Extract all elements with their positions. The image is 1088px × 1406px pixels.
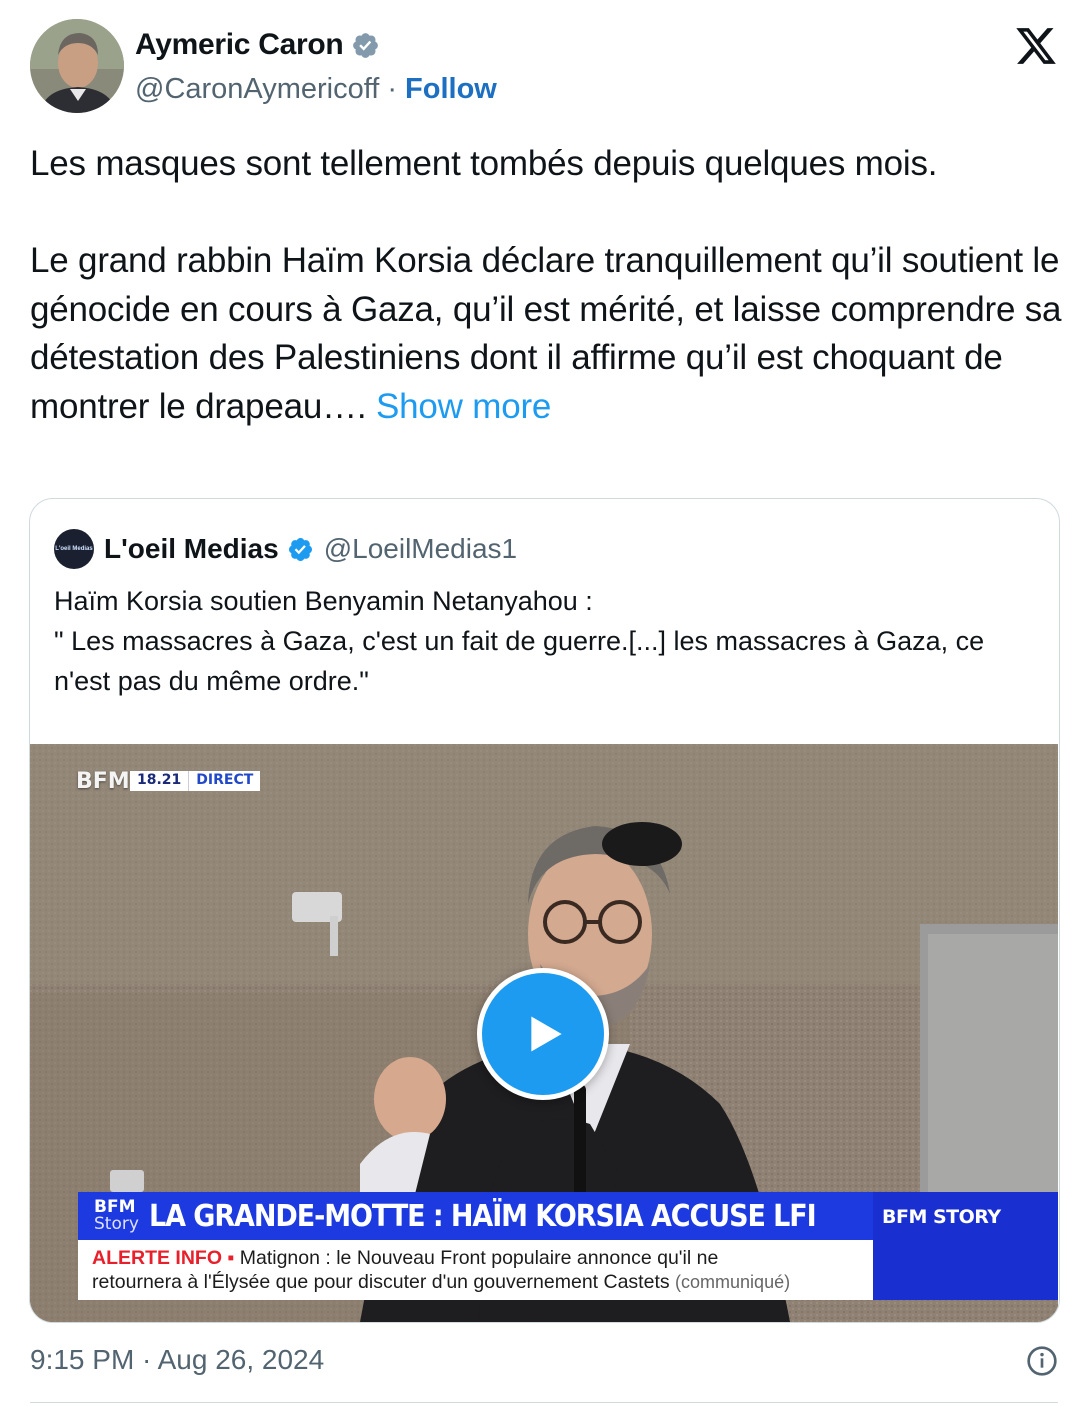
story-tag: BFM STORY: [873, 1192, 1058, 1300]
live-time: 18.21: [130, 771, 189, 791]
x-logo-icon[interactable]: [1014, 24, 1058, 68]
quoted-author-name[interactable]: L'oeil Medias: [104, 533, 279, 565]
ticker-line-1: Matignon : le Nouveau Front populaire an…: [239, 1247, 719, 1269]
play-button[interactable]: [477, 968, 609, 1100]
news-banner: BFM Story LA GRANDE-MOTTE : HAÏM KORSIA …: [78, 1192, 873, 1240]
story-logo-bottom: Story: [94, 1214, 139, 1234]
ticker-line-2: retournera à l'Élysée que pour discuter …: [92, 1271, 670, 1293]
handle-separator: ·: [387, 73, 398, 105]
quoted-tweet[interactable]: L'oeil Medias L'oeil Medias @LoeilMedias…: [29, 498, 1060, 1323]
tweet-card: Aymeric Caron @CaronAymericoff · Follow …: [0, 0, 1088, 1406]
follow-button[interactable]: Follow: [405, 73, 497, 106]
quoted-text-line-2: " Les massacres à Gaza, c'est un fait de…: [54, 626, 985, 696]
verified-badge-icon: [353, 32, 379, 58]
tweet-paragraph-2: Le grand rabbin Haïm Korsia déclare tran…: [30, 237, 1070, 431]
quoted-text-line-1: Haïm Korsia soutien Benyamin Netanyahou …: [54, 586, 593, 616]
news-headline: LA GRANDE-MOTTE : HAÏM KORSIA ACCUSE LFI: [148, 1198, 817, 1234]
play-icon: [531, 1016, 562, 1052]
tweet-paragraph-1: Les masques sont tellement tombés depuis…: [30, 144, 938, 183]
author-handle[interactable]: @CaronAymericoff: [135, 73, 379, 106]
alert-label: ALERTE INFO ▪: [92, 1247, 235, 1269]
live-indicator: 18.21 DIRECT: [130, 771, 261, 791]
show-more-link[interactable]: Show more: [376, 387, 551, 426]
verified-badge-icon: [288, 537, 312, 561]
quoted-tweet-header: L'oeil Medias L'oeil Medias @LoeilMedias…: [54, 529, 517, 569]
quoted-tweet-text: Haïm Korsia soutien Benyamin Netanyahou …: [54, 581, 1034, 701]
info-icon[interactable]: [1026, 1345, 1058, 1377]
author-block: Aymeric Caron @CaronAymericoff · Follow: [135, 26, 497, 106]
quoted-author-handle[interactable]: @LoeilMedias1: [324, 533, 517, 565]
author-name[interactable]: Aymeric Caron: [135, 28, 344, 62]
quoted-avatar[interactable]: L'oeil Medias: [54, 529, 94, 569]
tweet-text: Les masques sont tellement tombés depuis…: [30, 140, 1070, 431]
story-logo: BFM Story: [78, 1192, 139, 1240]
tweet-timestamp[interactable]: 9:15 PM · Aug 26, 2024: [30, 1344, 324, 1376]
quoted-avatar-text: L'oeil Medias: [55, 546, 93, 552]
author-avatar[interactable]: [30, 19, 124, 113]
bottom-divider: [30, 1402, 1058, 1403]
ticker-source: (communiqué): [675, 1272, 791, 1292]
news-ticker: ALERTE INFO ▪ Matignon : le Nouveau Fron…: [78, 1240, 873, 1300]
video-player[interactable]: BFM TV. 18.21 DIRECT BFM Story LA GRANDE…: [30, 744, 1058, 1322]
live-label: DIRECT: [188, 771, 261, 791]
